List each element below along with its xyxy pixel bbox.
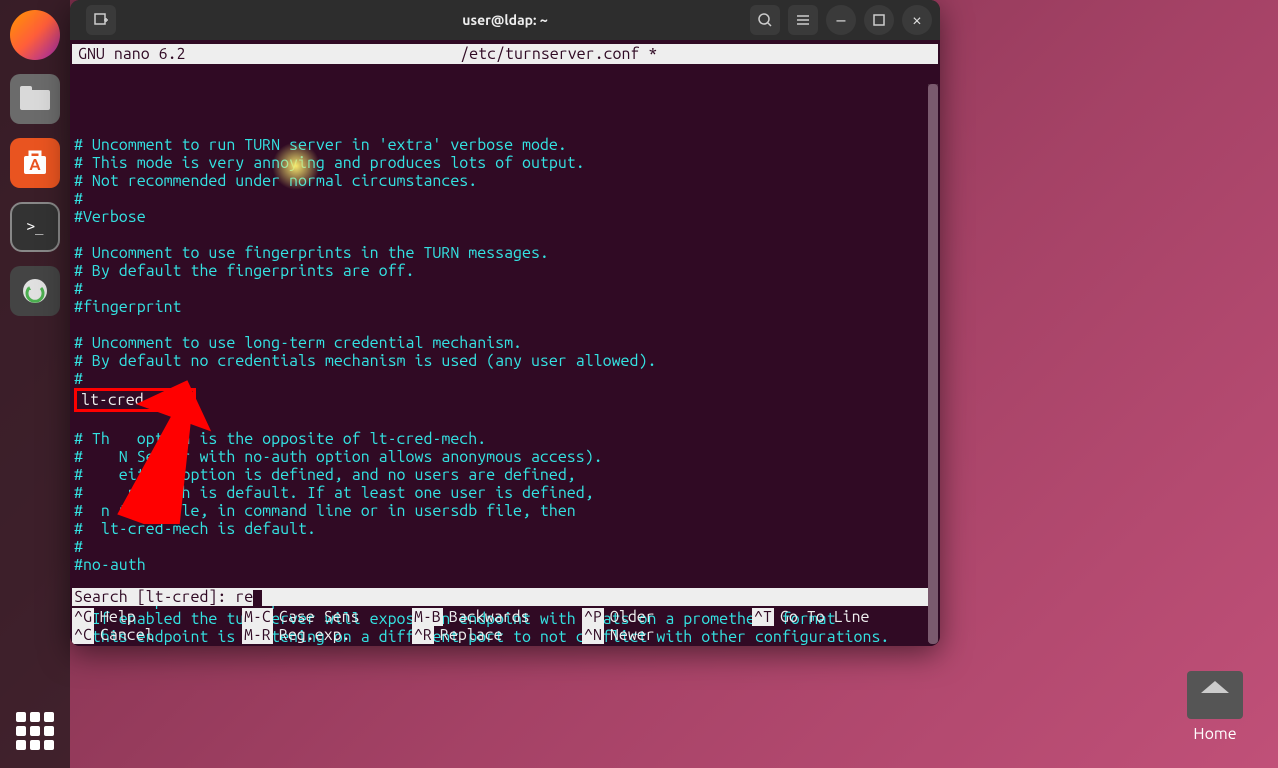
dock-software-icon[interactable]: A <box>10 138 60 188</box>
search-button[interactable] <box>750 5 780 35</box>
home-label: Home <box>1187 725 1243 743</box>
shortcut-key: ^R <box>412 626 434 644</box>
shortcut-label: Older <box>604 608 655 626</box>
nano-line: # Th option is the opposite of lt-cred-m… <box>74 430 936 448</box>
lt-cred-mech-highlight: lt-cred-mech <box>74 388 196 412</box>
window-title: user@ldap: ~ <box>462 12 547 28</box>
nano-line: # This mode is very annoying and produce… <box>74 154 936 172</box>
nano-version: GNU nano 6.2 <box>78 44 186 64</box>
dock-terminal-icon[interactable]: >_ <box>10 202 60 252</box>
nano-line: # By default the fingerprints are off. <box>74 262 936 280</box>
nano-line: # <box>74 370 936 388</box>
dock-trash-icon[interactable] <box>10 266 60 316</box>
nano-shortcut: ^TGo To Line <box>752 608 922 626</box>
shortcut-key: ^C <box>72 626 94 644</box>
new-tab-button[interactable] <box>86 5 116 35</box>
nano-content: # Uncomment to run TURN server in 'extra… <box>72 64 938 646</box>
nano-line: # By default no credentials mechanism is… <box>74 352 936 370</box>
nano-line: # Uncomment to use long-term credential … <box>74 334 936 352</box>
shortcut-label: Reg.exp. <box>273 626 351 644</box>
nano-shortcut: ^RReplace <box>412 626 582 644</box>
nano-footer: ^GHelpM-CCase SensM-BBackwards^POlder^TG… <box>72 608 928 646</box>
nano-highlighted-line: lt-cred-mech <box>74 388 936 412</box>
search-icon <box>757 12 773 28</box>
nano-shortcut: ^CCancel <box>72 626 242 644</box>
terminal-prompt-icon: >_ <box>27 219 44 235</box>
nano-header: GNU nano 6.2 /etc/turnserver.conf * <box>72 44 938 64</box>
maximize-icon <box>873 14 885 26</box>
svg-text:A: A <box>29 156 41 174</box>
nano-line: # Uncomment to use fingerprints in the T… <box>74 244 936 262</box>
shortcut-key: ^P <box>582 608 604 626</box>
shortcut-key: M-R <box>242 626 273 644</box>
titlebar: user@ldap: ~ – × <box>70 0 940 40</box>
shortcut-key: M-C <box>242 608 273 626</box>
nano-shortcut: ^GHelp <box>72 608 242 626</box>
nano-shortcut: ^POlder <box>582 608 752 626</box>
nano-line: #fingerprint <box>74 298 936 316</box>
nano-line <box>74 316 936 334</box>
nano-line: # <box>74 538 936 556</box>
nano-line: # Uncomment to run TURN server in 'extra… <box>74 136 936 154</box>
shortcut-label: Go To Line <box>774 608 870 626</box>
nano-line: # <box>74 280 936 298</box>
nano-search-prompt[interactable]: Search [lt-cred]: re <box>72 588 928 606</box>
home-folder-icon <box>1187 671 1243 719</box>
nano-line: #Verbose <box>74 208 936 226</box>
hamburger-menu-button[interactable] <box>788 5 818 35</box>
close-button[interactable]: × <box>902 5 932 35</box>
terminal-body[interactable]: GNU nano 6.2 /etc/turnserver.conf * # Un… <box>70 40 940 646</box>
nano-line: # either option is defined, and no users… <box>74 466 936 484</box>
shortcut-label: Backwards <box>443 608 530 626</box>
nano-line: # <box>74 190 936 208</box>
minimize-button[interactable]: – <box>826 5 856 35</box>
shortcut-key: M-B <box>412 608 443 626</box>
nano-line: # N Server with no-auth option allows an… <box>74 448 936 466</box>
shortcut-label: Cancel <box>94 626 154 644</box>
dock-show-applications-icon[interactable] <box>16 712 54 750</box>
nano-shortcut: ^NNewer <box>582 626 752 644</box>
shortcut-label: Newer <box>604 626 655 644</box>
nano-line: # n this file, in command line or in use… <box>74 502 936 520</box>
shortcut-label: Case Sens <box>273 608 360 626</box>
shortcut-key: ^T <box>752 608 774 626</box>
nano-line <box>74 226 936 244</box>
dock-firefox-icon[interactable] <box>10 10 60 60</box>
dock: A >_ <box>0 0 70 768</box>
new-tab-icon <box>93 12 109 28</box>
nano-line: # no-auth is default. If at least one us… <box>74 484 936 502</box>
hamburger-icon <box>795 12 811 28</box>
nano-line: # Not recommended under normal circumsta… <box>74 172 936 190</box>
nano-line: #no-auth <box>74 556 936 574</box>
dock-files-icon[interactable] <box>10 74 60 124</box>
nano-shortcut: M-RReg.exp. <box>242 626 412 644</box>
nano-line: # lt-cred-mech is default. <box>74 520 936 538</box>
shortcut-label: Help <box>94 608 136 626</box>
nano-shortcut: M-CCase Sens <box>242 608 412 626</box>
nano-shortcut: M-BBackwards <box>412 608 582 626</box>
shortcut-label: Replace <box>434 626 503 644</box>
terminal-window: user@ldap: ~ – × GNU nano 6.2 /etc/turns… <box>70 0 940 646</box>
nano-filename: /etc/turnserver.conf * <box>460 44 657 64</box>
shortcut-key: ^N <box>582 626 604 644</box>
desktop-home[interactable]: Home <box>1187 671 1243 743</box>
maximize-button[interactable] <box>864 5 894 35</box>
nano-line <box>74 412 936 430</box>
shortcut-key: ^G <box>72 608 94 626</box>
